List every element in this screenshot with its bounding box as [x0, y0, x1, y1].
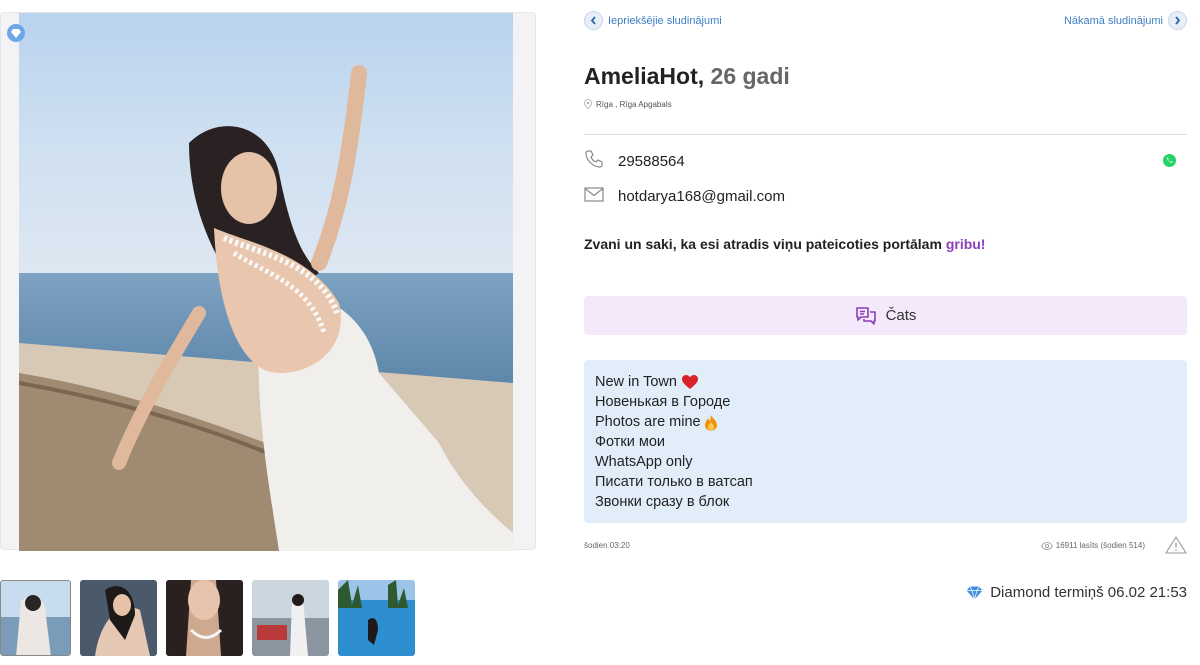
diamond-term-text: Diamond termiņš 06.02 21:53 [990, 584, 1187, 601]
listing-age: 26 gadi [710, 63, 790, 89]
chat-button[interactable]: Čats [584, 296, 1187, 335]
main-photo[interactable] [19, 13, 513, 551]
location-pin-icon [584, 99, 592, 109]
phone-number[interactable]: 29588564 [618, 153, 685, 170]
chat-label: Čats [885, 307, 917, 324]
description-text: Фотки мои [595, 434, 666, 450]
email-address[interactable]: hotdarya168@gmail.com [618, 188, 785, 205]
thumbnail-1[interactable] [0, 580, 71, 656]
whatsapp-icon[interactable] [1162, 153, 1177, 172]
description-text: WhatsApp only [595, 454, 693, 470]
view-count-text: 16911 lasīts (šodien 514) [1055, 541, 1145, 550]
callout-brand-link[interactable]: gribu! [946, 236, 986, 252]
description-line: Звонки сразу в блок [595, 492, 1176, 512]
diamond-icon [966, 585, 983, 600]
description-text: Новенькая в Городе [595, 394, 731, 410]
chat-icon [855, 306, 876, 325]
callout-message: Zvani un saki, ka esi atradis viņu patei… [584, 236, 942, 252]
diamond-term: Diamond termiņš 06.02 21:53 [966, 584, 1187, 601]
description-text: Звонки сразу в блок [595, 494, 730, 510]
diamond-badge-icon [7, 24, 25, 42]
heart-emoji [681, 375, 698, 389]
description-line: Новенькая в Городе [595, 392, 1176, 412]
view-count: 16911 lasīts (šodien 514) [1040, 541, 1145, 550]
thumbnail-2[interactable] [80, 580, 157, 656]
posted-time: šodien 03:20 [584, 541, 630, 550]
chevron-right-icon [1168, 11, 1187, 30]
description-line: Photos are mine [595, 412, 1176, 432]
description-line: New in Town [595, 372, 1176, 392]
chevron-left-icon [584, 11, 603, 30]
envelope-icon [584, 187, 606, 206]
description-text: Photos are mine [595, 414, 701, 430]
location-text: Rīga , Rīga Apgabals [596, 99, 672, 109]
prev-listings-link[interactable]: Iepriekšējie sludinājumi [584, 11, 722, 30]
phone-icon [584, 149, 606, 173]
divider [584, 134, 1187, 135]
thumbnail-4[interactable] [252, 580, 329, 656]
description-text: New in Town [595, 374, 677, 390]
email-row: hotdarya168@gmail.com [584, 187, 785, 206]
listing-title: AmeliaHot, 26 gadi [584, 63, 790, 90]
description-line: Писати только в ватсап [595, 472, 1176, 492]
thumbnail-3[interactable] [166, 580, 243, 656]
eye-icon [1040, 541, 1053, 550]
description-text: Писати только в ватсап [595, 474, 753, 490]
listing-meta: šodien 03:20 16911 lasīts (šodien 514) [584, 536, 1187, 556]
warning-icon[interactable] [1165, 536, 1187, 556]
listing-page: Iepriekšējie sludinājumi Nākamā sludināj… [0, 0, 1200, 665]
thumbnail-5[interactable] [338, 580, 415, 656]
listing-location: Rīga , Rīga Apgabals [584, 99, 672, 109]
listing-name: AmeliaHot, [584, 63, 705, 89]
description-line: WhatsApp only [595, 452, 1176, 472]
callout-text: Zvani un saki, ka esi atradis viņu patei… [584, 236, 985, 252]
description-box: New in Town Новенькая в Городе Photos ar… [584, 360, 1187, 523]
description-line: Фотки мои [595, 432, 1176, 452]
listing-navigation: Iepriekšējie sludinājumi Nākamā sludināj… [584, 11, 1187, 31]
prev-listings-label: Iepriekšējie sludinājumi [608, 14, 722, 27]
thumbnail-strip [0, 580, 415, 656]
photo-gallery [0, 12, 536, 551]
phone-row: 29588564 [584, 150, 1187, 172]
fire-emoji [704, 414, 717, 430]
next-listings-label: Nākamā sludinājumi [1063, 14, 1163, 27]
next-listings-link[interactable]: Nākamā sludinājumi [1064, 11, 1187, 30]
